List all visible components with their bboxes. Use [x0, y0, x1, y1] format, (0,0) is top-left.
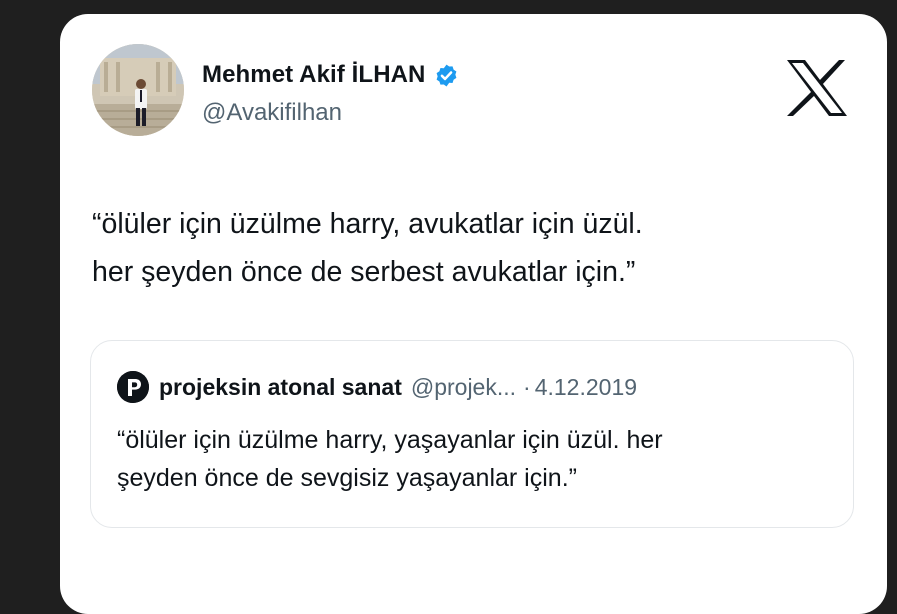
- tweet-card: Mehmet Akif İLHAN @Avakifilhan “ölüler i…: [60, 14, 887, 614]
- x-logo-icon[interactable]: [785, 58, 849, 118]
- quoted-header-separator: ·: [523, 373, 531, 400]
- quoted-author-name[interactable]: projeksin atonal sanat: [159, 374, 402, 401]
- author-name-row[interactable]: Mehmet Akif İLHAN: [202, 59, 459, 91]
- avatar-photo: [92, 44, 184, 136]
- quoted-tweet[interactable]: projeksin atonal sanat @projek... · 4.12…: [90, 340, 854, 528]
- author-handle[interactable]: @Avakifilhan: [202, 99, 342, 127]
- quoted-tweet-date[interactable]: 4.12.2019: [535, 374, 637, 401]
- p-logo-icon[interactable]: [117, 371, 149, 403]
- quoted-tweet-text: “ölüler için üzülme harry, yaşayanlar iç…: [117, 426, 663, 492]
- tweet-text: “ölüler için üzülme harry, avukatlar içi…: [92, 208, 643, 288]
- author-avatar[interactable]: [92, 44, 184, 136]
- quoted-tweet-header: projeksin atonal sanat @projek... · 4.12…: [117, 371, 637, 403]
- quoted-author-handle[interactable]: @projek...: [411, 374, 516, 401]
- author-name[interactable]: Mehmet Akif İLHAN: [202, 61, 426, 89]
- verified-badge-icon: [434, 63, 459, 88]
